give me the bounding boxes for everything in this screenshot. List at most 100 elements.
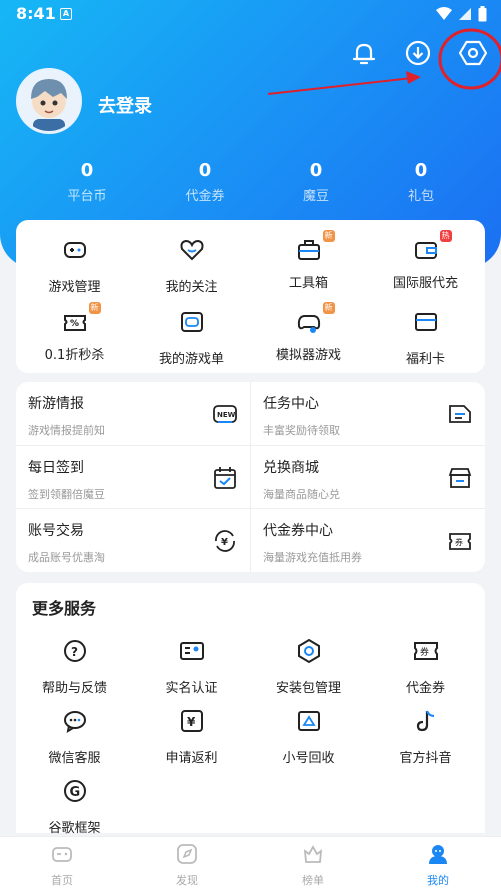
stat-value: 0 [198, 160, 212, 181]
service-package-manager[interactable]: 安装包管理 [250, 637, 367, 696]
service-label: 谷歌框架 [48, 821, 101, 836]
feature-task-center[interactable]: 任务中心 丰富奖励待领取 [251, 382, 485, 445]
login-link[interactable]: 去登录 [98, 92, 152, 118]
new-badge: 新 [88, 302, 101, 314]
quick-flash-sale[interactable]: % 新 0.1折秒杀 [16, 302, 133, 363]
service-label: 安装包管理 [275, 681, 341, 696]
service-wechat-support[interactable]: 微信客服 [16, 707, 133, 766]
service-label: 微信客服 [48, 751, 101, 766]
feature-new-games[interactable]: 新游情报 游戏情报提前知 NEW [16, 382, 250, 445]
trade-icon: ¥ [215, 530, 235, 552]
voucher-icon-text: 券 [420, 646, 429, 658]
tab-profile[interactable]: 我的 [403, 843, 473, 888]
feature-voucher-center[interactable]: 代金券中心 海量游戏充值抵用券 券 [251, 509, 485, 572]
signal-icon [459, 8, 471, 20]
package-icon [297, 638, 320, 664]
feature-title: 新游情报 [28, 396, 84, 412]
stat-platform-coins[interactable]: 0 平台币 [47, 160, 127, 204]
service-alt-account-recycle[interactable]: 小号回收 [250, 707, 367, 766]
service-label: 申请返利 [165, 751, 218, 766]
hot-badge: 热 [439, 230, 452, 242]
tab-discover[interactable]: 发现 [152, 843, 222, 888]
rebate-icon: ¥ [180, 710, 203, 732]
service-help-feedback[interactable]: ? 帮助与反馈 [16, 637, 133, 696]
wallet-icon-wrap: 热 [412, 230, 452, 264]
service-google-framework[interactable]: G 谷歌框架 [16, 777, 133, 836]
svg-text:?: ? [71, 645, 78, 659]
service-vouchers[interactable]: 券 代金券 [367, 637, 484, 696]
settings-icon[interactable] [458, 38, 488, 68]
google-icon-text: G [69, 785, 80, 800]
quick-my-game-list[interactable]: 我的游戏单 [133, 308, 250, 367]
new-icon-text: NEW [217, 411, 236, 419]
quick-intl-recharge[interactable]: 热 国际服代充 [367, 230, 484, 291]
shop-icon [448, 468, 472, 488]
quick-toolbox[interactable]: 新 工具箱 [250, 230, 367, 291]
service-label: 帮助与反馈 [41, 681, 107, 696]
tab-label: 我的 [427, 874, 449, 887]
coupon-icon: 券 [449, 533, 471, 550]
id-card-icon [179, 642, 204, 660]
tab-ranking[interactable]: 榜单 [278, 843, 348, 888]
bell-icon[interactable] [349, 38, 379, 68]
service-official-douyin[interactable]: 官方抖音 [367, 707, 484, 766]
stat-label: 魔豆 [302, 189, 329, 204]
service-apply-rebate[interactable]: ¥ 申请返利 [133, 707, 250, 766]
new-icon: NEW [213, 405, 237, 423]
quick-emulator-games[interactable]: 新 模拟器游戏 [250, 302, 367, 363]
quick-label: 工具箱 [288, 276, 328, 291]
quick-welfare-card[interactable]: 福利卡 [367, 308, 484, 367]
battery-icon [478, 6, 487, 22]
toolbox-icon-wrap: 新 [295, 230, 335, 264]
discount-icon: % [63, 315, 86, 331]
feature-subtitle: 丰富奖励待领取 [263, 424, 340, 437]
download-icon[interactable] [403, 38, 433, 68]
ranking-icon [303, 845, 323, 863]
stat-value: 0 [80, 160, 94, 181]
google-icon: G [63, 780, 86, 802]
wallet-icon [414, 242, 437, 259]
feature-title: 代金券中心 [263, 523, 333, 539]
new-badge: 新 [322, 302, 335, 314]
task-icon [449, 405, 471, 423]
quick-my-follows[interactable]: 我的关注 [133, 236, 250, 295]
svg-text:%: % [70, 319, 79, 329]
tab-label: 榜单 [302, 874, 324, 887]
quick-game-management[interactable]: 游戏管理 [16, 236, 133, 295]
recycle-icon [297, 711, 320, 731]
service-real-name-auth[interactable]: 实名认证 [133, 637, 250, 696]
quick-actions-card: 游戏管理 我的关注 新 工具箱 热 国际服代充 % 新 0.1折秒杀 我的游戏单… [16, 220, 485, 373]
feature-subtitle: 海量商品随心兑 [263, 488, 340, 501]
stat-vouchers[interactable]: 0 代金券 [165, 160, 245, 204]
feature-account-trade[interactable]: 账号交易 成品账号优惠淘 ¥ [16, 509, 250, 572]
tiktok-icon [416, 710, 434, 732]
tab-label: 发现 [176, 874, 198, 887]
feature-title: 兑换商城 [263, 460, 319, 476]
status-bar: 8:41 A [0, 0, 501, 28]
stat-label: 代金券 [185, 189, 225, 204]
coupon-icon-text: 券 [455, 537, 463, 547]
feature-exchange-mall[interactable]: 兑换商城 海量商品随心兑 [251, 446, 485, 509]
service-label: 小号回收 [282, 751, 335, 766]
stat-gift-packs[interactable]: 0 礼包 [381, 160, 461, 204]
quick-label: 模拟器游戏 [275, 348, 341, 363]
heart-icon [180, 239, 203, 261]
quick-label: 我的关注 [165, 280, 218, 295]
stat-magic-beans[interactable]: 0 魔豆 [276, 160, 356, 204]
feature-subtitle: 游戏情报提前知 [28, 424, 105, 437]
feature-title: 账号交易 [28, 523, 84, 539]
features-card: 新游情报 游戏情报提前知 NEW 任务中心 丰富奖励待领取 每日签到 签到领翻倍… [16, 382, 485, 572]
discover-icon [177, 844, 197, 864]
quick-label: 0.1折秒杀 [44, 348, 105, 363]
feature-title: 任务中心 [263, 396, 319, 412]
bottom-tab-bar: 首页 发现 榜单 我的 [0, 836, 501, 890]
service-label: 代金券 [405, 681, 445, 696]
feature-daily-checkin[interactable]: 每日签到 签到领翻倍魔豆 [16, 446, 250, 509]
quick-label: 我的游戏单 [158, 352, 224, 367]
quick-label: 福利卡 [405, 352, 445, 367]
avatar[interactable] [16, 68, 82, 134]
stat-value: 0 [309, 160, 323, 181]
tab-home[interactable]: 首页 [27, 843, 97, 888]
feature-title: 每日签到 [28, 460, 84, 476]
calendar-icon [214, 467, 236, 489]
